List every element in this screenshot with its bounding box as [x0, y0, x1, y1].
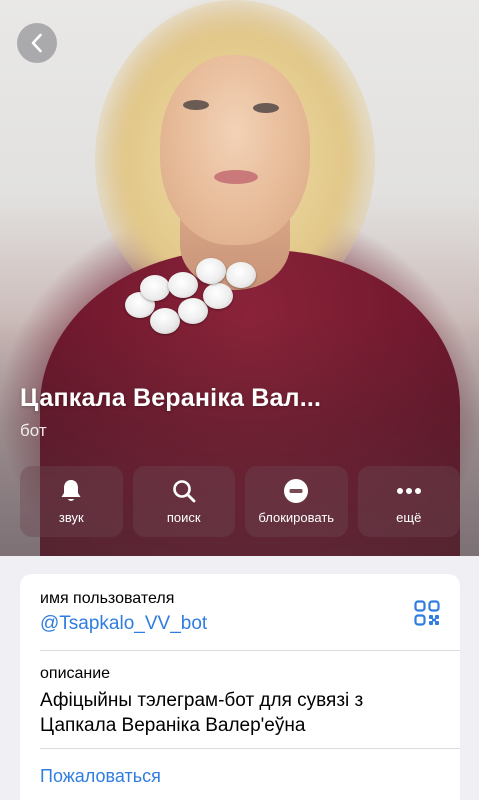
back-button[interactable] — [17, 23, 57, 63]
username-value[interactable]: @Tsapkalo_VV_bot — [40, 613, 442, 635]
more-label: ещё — [396, 510, 422, 525]
username-row[interactable]: имя пользователя @Tsapkalo_VV_bot — [40, 590, 442, 635]
necklace-flower — [168, 272, 198, 298]
lips-shape — [214, 170, 258, 184]
chevron-left-icon — [31, 33, 42, 53]
description-row: описание Афіцыйны тэлеграм-бот для сувяз… — [40, 665, 442, 738]
username-label: имя пользователя — [40, 590, 175, 607]
profile-name: Цапкала Вераніка Вал... — [20, 384, 322, 412]
report-link[interactable]: Пожаловаться — [40, 766, 442, 787]
necklace-flower — [203, 283, 233, 309]
divider — [40, 650, 460, 651]
necklace-flower — [226, 262, 256, 288]
report-row[interactable]: Пожаловаться — [40, 766, 442, 787]
necklace-flower — [196, 258, 226, 284]
right-eye-shape — [253, 103, 279, 113]
block-icon — [283, 478, 309, 504]
search-icon — [171, 478, 197, 504]
more-icon — [396, 478, 422, 504]
info-card: имя пользователя @Tsapkalo_VV_bot описан… — [20, 574, 460, 800]
description-label: описание — [40, 665, 111, 682]
qr-code-icon[interactable] — [414, 600, 440, 626]
action-bar: звук поиск блокировать ещё — [20, 466, 460, 537]
description-text: Афіцыйны тэлеграм-бот для сувязі з Цапка… — [40, 688, 442, 738]
sound-label: звук — [58, 510, 84, 525]
divider — [40, 748, 460, 749]
block-button[interactable]: блокировать — [245, 466, 348, 537]
sound-button[interactable]: звук — [20, 466, 123, 537]
description-line-1: Афіцыйны тэлеграм-бот для сувязі з — [40, 690, 364, 711]
necklace-flower — [140, 275, 170, 301]
search-button[interactable]: поиск — [132, 466, 235, 537]
search-label: поиск — [166, 510, 201, 525]
more-button[interactable]: ещё — [357, 466, 460, 537]
block-label: блокировать — [258, 510, 335, 525]
left-eye-shape — [183, 100, 209, 110]
profile-subtitle: бот — [20, 421, 47, 440]
face-shape — [160, 55, 310, 245]
bell-icon — [58, 478, 84, 504]
profile-photo[interactable]: Цапкала Вераніка Вал... бот звук поиск б… — [0, 0, 479, 556]
description-line-2: Цапкала Вераніка Валер'еўна — [40, 715, 306, 736]
